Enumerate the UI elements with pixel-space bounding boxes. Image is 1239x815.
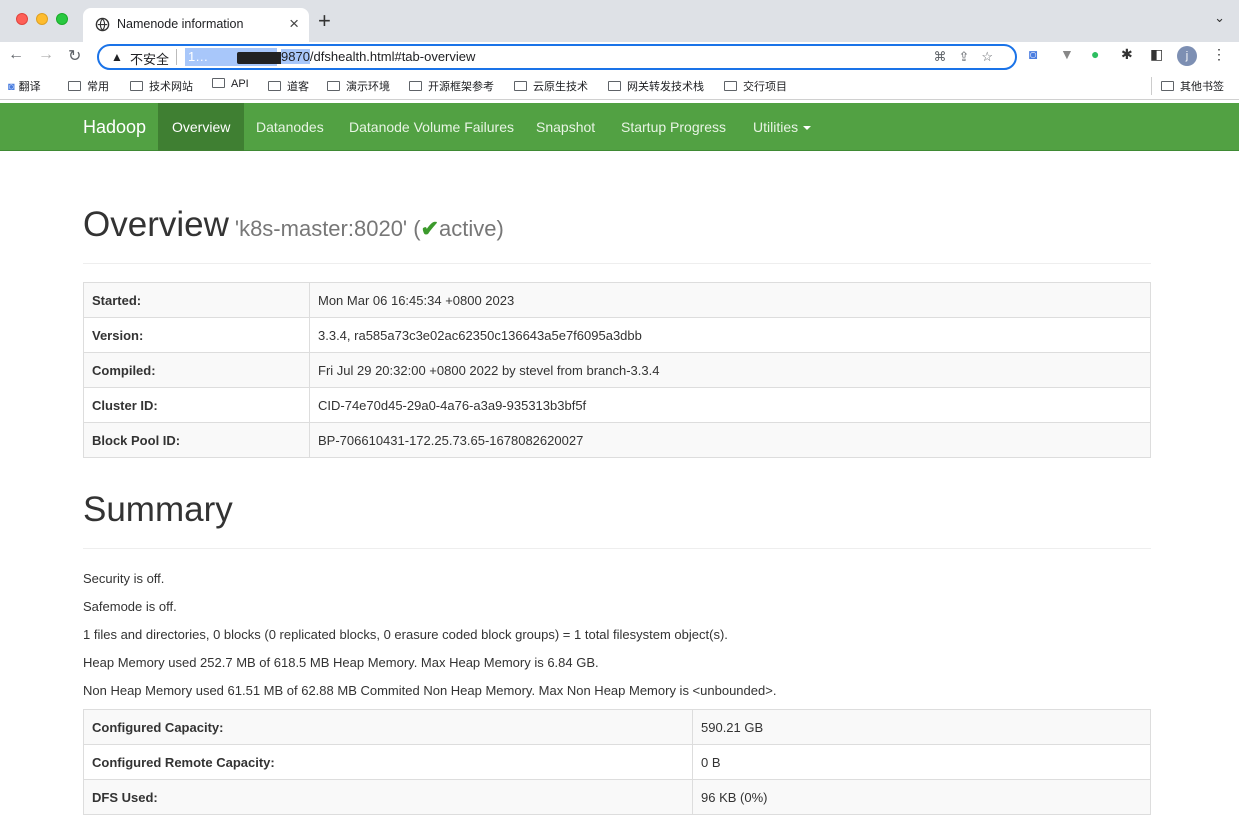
divider bbox=[1151, 77, 1152, 95]
evernote-extension-icon[interactable]: ● bbox=[1091, 46, 1099, 62]
hadoop-navbar: Hadoop Overview Datanodes Datanode Volum… bbox=[0, 103, 1239, 151]
warning-icon: ▲ bbox=[111, 50, 123, 64]
table-row: Block Pool ID: BP-706610431-172.25.73.65-… bbox=[83, 422, 1151, 458]
insecure-label[interactable]: 不安全 bbox=[130, 49, 169, 68]
folder-icon bbox=[1161, 81, 1174, 91]
bookmark-folder[interactable]: 网关转发技术栈 bbox=[608, 78, 704, 94]
bookmark-folder[interactable]: API bbox=[212, 78, 249, 90]
nav-startup-progress[interactable]: Startup Progress bbox=[607, 103, 740, 151]
bookmark-folder[interactable]: 开源框架参考 bbox=[409, 78, 494, 94]
table-row: Configured Remote Capacity: 0 B bbox=[83, 744, 1151, 780]
folder-icon bbox=[212, 78, 225, 88]
url-port: 9870 bbox=[281, 49, 310, 64]
folder-icon bbox=[724, 81, 737, 91]
folder-icon bbox=[68, 81, 81, 91]
tab-strip: Namenode information × + ⌄ bbox=[0, 0, 1239, 42]
bookmark-folder[interactable]: 道客 bbox=[268, 78, 309, 94]
minimize-window-button[interactable] bbox=[36, 13, 48, 25]
check-icon: ✔ bbox=[420, 216, 440, 241]
bookmark-folder[interactable]: 常用 bbox=[68, 78, 109, 94]
filesystem-objects-summary: 1 files and directories, 0 blocks (0 rep… bbox=[83, 627, 728, 642]
heap-memory-summary: Heap Memory used 252.7 MB of 618.5 MB He… bbox=[83, 655, 599, 670]
nav-datanodes[interactable]: Datanodes bbox=[242, 103, 338, 151]
divider bbox=[176, 49, 177, 65]
translate-icon[interactable]: ⌘ bbox=[933, 49, 958, 64]
folder-icon bbox=[130, 81, 143, 91]
tab-search-icon[interactable]: ⌄ bbox=[1214, 10, 1225, 26]
table-row: Version: 3.3.4, ra585a73c3e02ac62350c1366… bbox=[83, 317, 1151, 353]
table-row: Cluster ID: CID-74e70d45-29a0-4a76-a3a9-9… bbox=[83, 387, 1151, 423]
extensions-icon[interactable]: ✱ bbox=[1121, 46, 1133, 63]
nav-datanode-volume-failures[interactable]: Datanode Volume Failures bbox=[335, 103, 528, 151]
menu-icon[interactable]: ⋮ bbox=[1212, 46, 1226, 63]
url-path: /dfshealth.html#tab-overview bbox=[309, 49, 476, 64]
browser-toolbar: ← → ↻ ▲ 不安全 1… 9870/dfshealth.html#tab-o… bbox=[0, 42, 1239, 72]
translate-icon: ◙ bbox=[8, 81, 15, 93]
bookmark-folder[interactable]: 演示环境 bbox=[327, 78, 390, 94]
omnibox-actions[interactable]: ⌘⇪☆ bbox=[933, 49, 1005, 65]
nav-overview[interactable]: Overview bbox=[158, 103, 245, 151]
browser-tab[interactable]: Namenode information × bbox=[83, 8, 309, 42]
summary-heading: Summary bbox=[83, 490, 233, 529]
bookmark-folder[interactable]: 云原生技术 bbox=[514, 78, 588, 94]
folder-icon bbox=[327, 81, 340, 91]
bookmark-translate[interactable]: ◙ 翻译 bbox=[8, 78, 41, 94]
globe-icon bbox=[95, 17, 110, 32]
bookmarks-bar: ◙ 翻译 常用 技术网站 API 道客 演示环境 开源框架参考 云原生技术 网关转… bbox=[0, 72, 1239, 100]
nav-utilities-dropdown[interactable]: Utilities bbox=[739, 103, 825, 151]
close-tab-icon[interactable]: × bbox=[289, 14, 299, 34]
star-icon[interactable]: ☆ bbox=[981, 49, 1005, 64]
namenode-host-status: 'k8s-master:8020' (✔active) bbox=[234, 216, 504, 241]
security-status: Security is off. bbox=[83, 571, 165, 586]
url-text: 9870/dfshealth.html#tab-overview bbox=[281, 48, 475, 66]
side-panel-icon[interactable]: ◧ bbox=[1150, 46, 1163, 63]
profile-avatar[interactable]: j bbox=[1177, 46, 1197, 66]
folder-icon bbox=[268, 81, 281, 91]
table-row: Compiled: Fri Jul 29 20:32:00 +0800 2022 … bbox=[83, 352, 1151, 388]
safemode-status: Safemode is off. bbox=[83, 599, 177, 614]
table-row: Started: Mon Mar 06 16:45:34 +0800 2023 bbox=[83, 282, 1151, 318]
back-button[interactable]: ← bbox=[8, 46, 24, 64]
table-row: DFS Used: 96 KB (0%) bbox=[83, 779, 1151, 815]
forward-button[interactable]: → bbox=[38, 46, 54, 64]
overview-heading: Overview'k8s-master:8020' (✔active) bbox=[83, 205, 504, 244]
brand-link[interactable]: Hadoop bbox=[83, 117, 146, 138]
other-bookmarks-folder[interactable]: 其他书签 bbox=[1161, 78, 1224, 94]
bookmark-folder[interactable]: 交行项目 bbox=[724, 78, 787, 94]
tab-title: Namenode information bbox=[117, 17, 244, 31]
new-tab-button[interactable]: + bbox=[318, 8, 331, 34]
nav-snapshot[interactable]: Snapshot bbox=[522, 103, 609, 151]
table-row: Configured Capacity: 590.21 GB bbox=[83, 709, 1151, 745]
reload-button[interactable]: ↻ bbox=[68, 46, 81, 66]
folder-icon bbox=[409, 81, 422, 91]
share-icon[interactable]: ⇪ bbox=[958, 49, 981, 64]
summary-table: Configured Capacity: 590.21 GB Configured… bbox=[83, 709, 1151, 815]
maximize-window-button[interactable] bbox=[56, 13, 68, 25]
overview-table: Started: Mon Mar 06 16:45:34 +0800 2023 V… bbox=[83, 282, 1151, 458]
divider bbox=[83, 263, 1151, 264]
folder-icon bbox=[514, 81, 527, 91]
divider bbox=[83, 548, 1151, 549]
translate-extension-icon[interactable]: ◙ bbox=[1029, 46, 1037, 62]
non-heap-memory-summary: Non Heap Memory used 61.51 MB of 62.88 M… bbox=[83, 683, 777, 698]
folder-icon bbox=[608, 81, 621, 91]
bookmark-folder[interactable]: 技术网站 bbox=[130, 78, 193, 94]
address-bar[interactable]: ▲ 不安全 1… 9870/dfshealth.html#tab-overvie… bbox=[97, 44, 1017, 70]
close-window-button[interactable] bbox=[16, 13, 28, 25]
caret-down-icon bbox=[803, 126, 812, 131]
vue-extension-icon[interactable]: ▼ bbox=[1060, 46, 1074, 62]
